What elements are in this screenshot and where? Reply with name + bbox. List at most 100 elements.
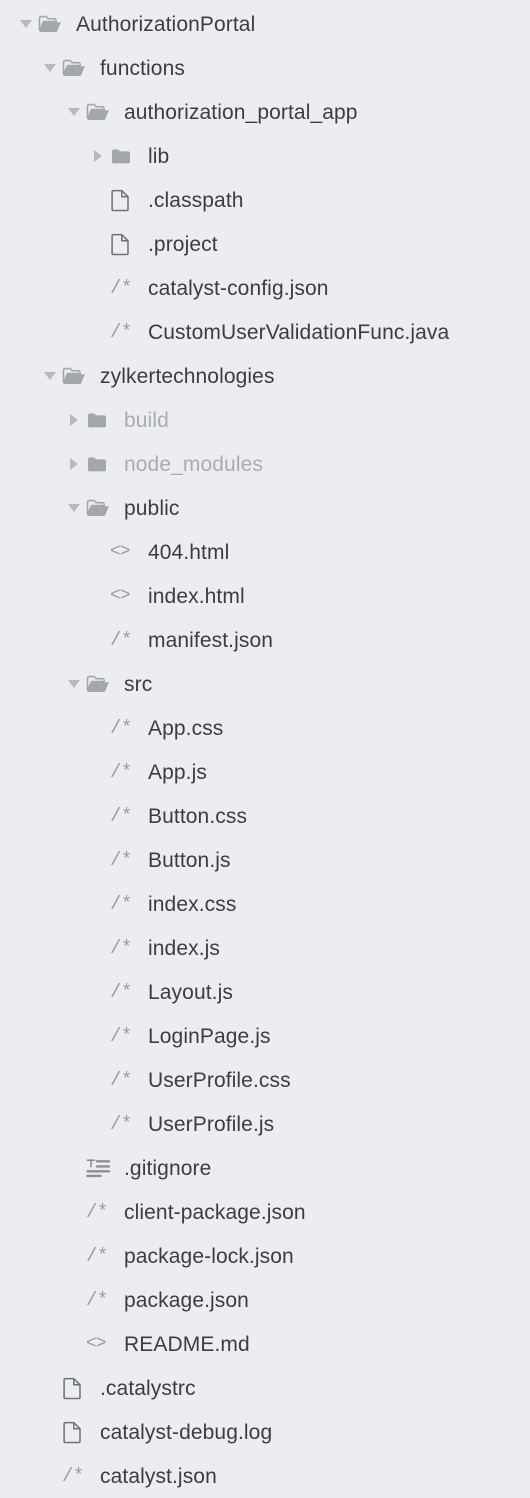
tree-row[interactable]: /* index.js bbox=[0, 926, 530, 970]
tree-toggle bbox=[86, 794, 110, 838]
tree-toggle[interactable] bbox=[62, 442, 86, 486]
tree-row[interactable]: zylkertechnologies bbox=[0, 354, 530, 398]
tree-row[interactable]: /* CustomUserValidationFunc.java bbox=[0, 310, 530, 354]
chevron-down-icon[interactable] bbox=[44, 64, 56, 72]
tree-row[interactable]: /* UserProfile.css bbox=[0, 1058, 530, 1102]
folder-closed-icon bbox=[86, 442, 116, 486]
tree-toggle bbox=[62, 1322, 86, 1366]
tree-row[interactable]: build bbox=[0, 398, 530, 442]
tree-row[interactable]: /* catalyst.json bbox=[0, 1454, 530, 1498]
tree-row[interactable]: /* UserProfile.js bbox=[0, 1102, 530, 1146]
folder-open-icon bbox=[86, 90, 116, 134]
tree-row[interactable]: /* LoginPage.js bbox=[0, 1014, 530, 1058]
tree-row[interactable]: <> README.md bbox=[0, 1322, 530, 1366]
tree-row[interactable]: src bbox=[0, 662, 530, 706]
tree-item-label: zylkertechnologies bbox=[100, 364, 275, 388]
tree-toggle[interactable] bbox=[38, 46, 62, 90]
tree-row[interactable]: /* package-lock.json bbox=[0, 1234, 530, 1278]
tree-toggle bbox=[86, 574, 110, 618]
angle-brackets-icon: <> bbox=[86, 1334, 107, 1354]
tree-item-label: 404.html bbox=[148, 540, 230, 564]
tree-item-label: public bbox=[124, 496, 180, 520]
tree-item-label: lib bbox=[148, 144, 170, 168]
tree-item-label: App.css bbox=[148, 716, 224, 740]
tree-row[interactable]: /* Button.js bbox=[0, 838, 530, 882]
tree-item-label: LoginPage.js bbox=[148, 1024, 271, 1048]
angle-brackets-icon: <> bbox=[110, 542, 131, 562]
tree-toggle bbox=[38, 1410, 62, 1454]
tree-toggle[interactable] bbox=[62, 90, 86, 134]
tree-row[interactable]: /* Layout.js bbox=[0, 970, 530, 1014]
chevron-down-icon[interactable] bbox=[20, 20, 32, 28]
tree-row[interactable]: lib bbox=[0, 134, 530, 178]
tree-row[interactable]: .project bbox=[0, 222, 530, 266]
tree-row[interactable]: /* client-package.json bbox=[0, 1190, 530, 1234]
chevron-down-icon[interactable] bbox=[68, 504, 80, 512]
code-comment-icon: /* bbox=[110, 716, 132, 739]
code-comment-icon: /* bbox=[110, 936, 132, 959]
tree-row[interactable]: /* Button.css bbox=[0, 794, 530, 838]
tree-toggle[interactable] bbox=[62, 662, 86, 706]
code-comment-icon: /* bbox=[86, 1200, 108, 1223]
code-comment-icon: /* bbox=[110, 804, 132, 827]
tree-item-label: catalyst-config.json bbox=[148, 276, 329, 300]
folder-open-icon bbox=[86, 486, 116, 530]
tree-row[interactable]: /* catalyst-config.json bbox=[0, 266, 530, 310]
tree-toggle bbox=[86, 618, 110, 662]
folder-open-icon bbox=[62, 46, 92, 90]
tree-toggle bbox=[86, 178, 110, 222]
tree-toggle[interactable] bbox=[14, 2, 38, 46]
tree-row[interactable]: .catalystrc bbox=[0, 1366, 530, 1410]
code-comment-icon: /* bbox=[62, 1464, 84, 1487]
project-file-explorer[interactable]: AuthorizationPortal functions authorizat… bbox=[0, 0, 530, 1498]
code-comment-icon: /* bbox=[110, 320, 132, 343]
document-icon bbox=[110, 178, 140, 222]
tree-item-label: src bbox=[124, 672, 153, 696]
tree-item-label: Button.css bbox=[148, 804, 248, 828]
tree-row[interactable]: node_modules bbox=[0, 442, 530, 486]
tree-item-label: functions bbox=[100, 56, 185, 80]
tree-row[interactable]: <> 404.html bbox=[0, 530, 530, 574]
folder-closed-icon bbox=[110, 134, 140, 178]
tree-toggle[interactable] bbox=[62, 398, 86, 442]
tree-item-label: index.js bbox=[148, 936, 221, 960]
tree-row[interactable]: /* App.css bbox=[0, 706, 530, 750]
tree-row[interactable]: /* manifest.json bbox=[0, 618, 530, 662]
tree-toggle[interactable] bbox=[38, 354, 62, 398]
tree-row[interactable]: authorization_portal_app bbox=[0, 90, 530, 134]
tree-row[interactable]: /* package.json bbox=[0, 1278, 530, 1322]
tree-toggle bbox=[86, 222, 110, 266]
tree-item-label: AuthorizationPortal bbox=[76, 12, 256, 36]
tree-toggle bbox=[62, 1190, 86, 1234]
tree-toggle[interactable] bbox=[86, 134, 110, 178]
chevron-right-icon[interactable] bbox=[70, 414, 78, 426]
text-lines-icon bbox=[86, 1146, 116, 1190]
tree-item-label: index.html bbox=[148, 584, 245, 608]
code-comment-icon: /* bbox=[110, 1068, 132, 1091]
tree-row[interactable]: functions bbox=[0, 46, 530, 90]
tree-item-label: .gitignore bbox=[124, 1156, 212, 1180]
tree-row[interactable]: catalyst-debug.log bbox=[0, 1410, 530, 1454]
tree-item-label: .classpath bbox=[148, 188, 244, 212]
tree-row[interactable]: AuthorizationPortal bbox=[0, 2, 530, 46]
tree-row[interactable]: /* index.css bbox=[0, 882, 530, 926]
tree-toggle[interactable] bbox=[62, 486, 86, 530]
code-comment-icon: /* bbox=[110, 628, 132, 651]
tree-row[interactable]: .classpath bbox=[0, 178, 530, 222]
tree-toggle bbox=[86, 970, 110, 1014]
tree-row[interactable]: public bbox=[0, 486, 530, 530]
tree-item-label: client-package.json bbox=[124, 1200, 306, 1224]
tree-toggle bbox=[86, 530, 110, 574]
chevron-down-icon[interactable] bbox=[68, 680, 80, 688]
code-comment-icon: /* bbox=[110, 980, 132, 1003]
tree-toggle bbox=[86, 750, 110, 794]
chevron-right-icon[interactable] bbox=[94, 150, 102, 162]
chevron-down-icon[interactable] bbox=[44, 372, 56, 380]
tree-row[interactable]: <> index.html bbox=[0, 574, 530, 618]
tree-item-label: Layout.js bbox=[148, 980, 233, 1004]
tree-row[interactable]: .gitignore bbox=[0, 1146, 530, 1190]
chevron-right-icon[interactable] bbox=[70, 458, 78, 470]
chevron-down-icon[interactable] bbox=[68, 108, 80, 116]
folder-closed-icon bbox=[86, 398, 116, 442]
tree-row[interactable]: /* App.js bbox=[0, 750, 530, 794]
